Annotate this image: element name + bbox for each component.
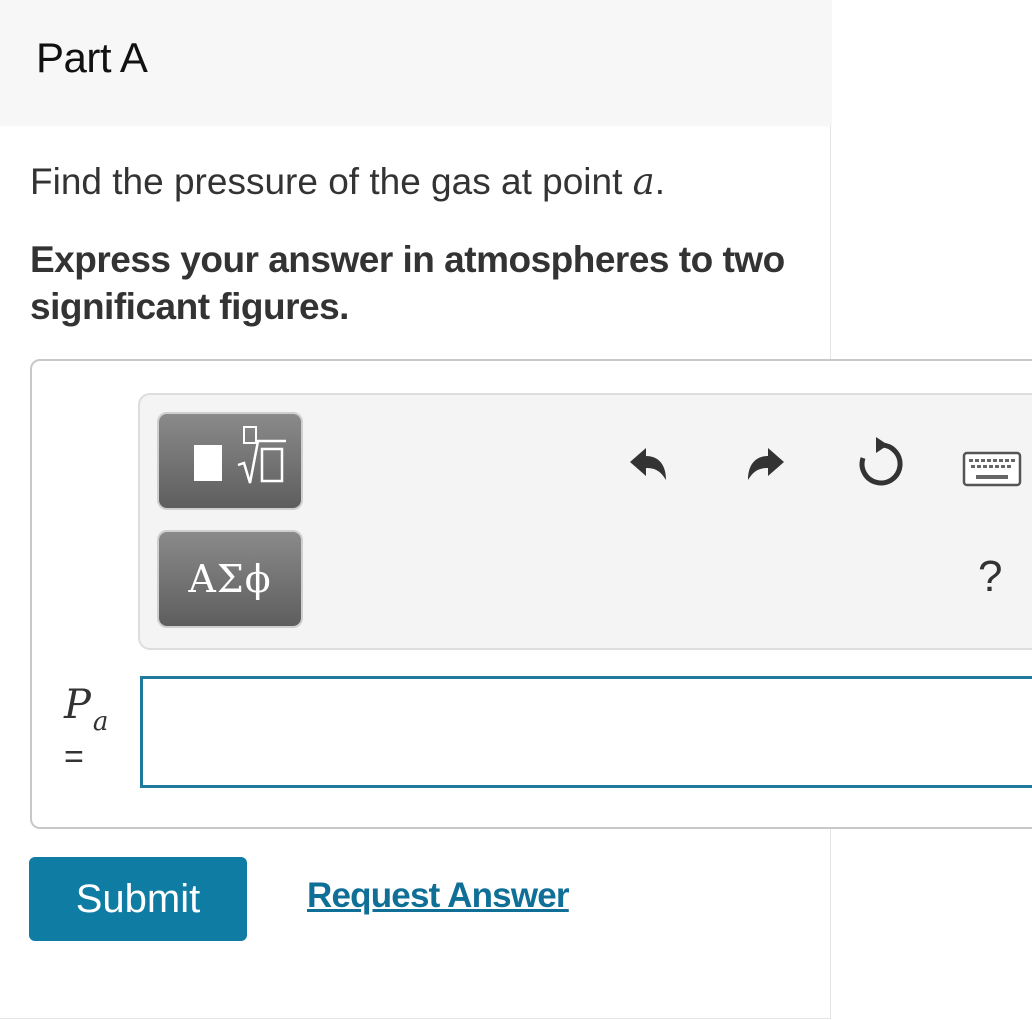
greek-symbols-button[interactable]: ΑΣϕ: [157, 530, 303, 628]
answer-variable-label: Pa: [64, 682, 108, 737]
templates-button[interactable]: [157, 412, 303, 510]
sqrt-template-icon: [172, 423, 288, 500]
question-variable: a: [632, 160, 655, 203]
answer-subscript: a: [92, 707, 109, 737]
answer-symbol: P: [64, 682, 91, 728]
undo-icon[interactable]: [624, 440, 672, 488]
question-prefix: Find the pressure of the gas at point: [30, 161, 633, 202]
reset-icon[interactable]: [852, 436, 904, 488]
equals-sign: =: [64, 738, 84, 776]
keyboard-icon[interactable]: [962, 450, 1022, 488]
answer-instruction: Express your answer in atmospheres to tw…: [30, 239, 785, 327]
part-header[interactable]: Part A: [0, 0, 832, 126]
answer-input[interactable]: [140, 676, 1032, 788]
redo-icon[interactable]: [742, 440, 790, 488]
part-title: Part A: [36, 34, 148, 81]
question-suffix: .: [654, 161, 665, 202]
request-answer-link[interactable]: Request Answer: [307, 876, 570, 916]
submit-button[interactable]: Submit: [29, 857, 247, 941]
question-text: Find the pressure of the gas at point a.: [30, 160, 665, 203]
help-button[interactable]: ?: [978, 552, 1002, 602]
